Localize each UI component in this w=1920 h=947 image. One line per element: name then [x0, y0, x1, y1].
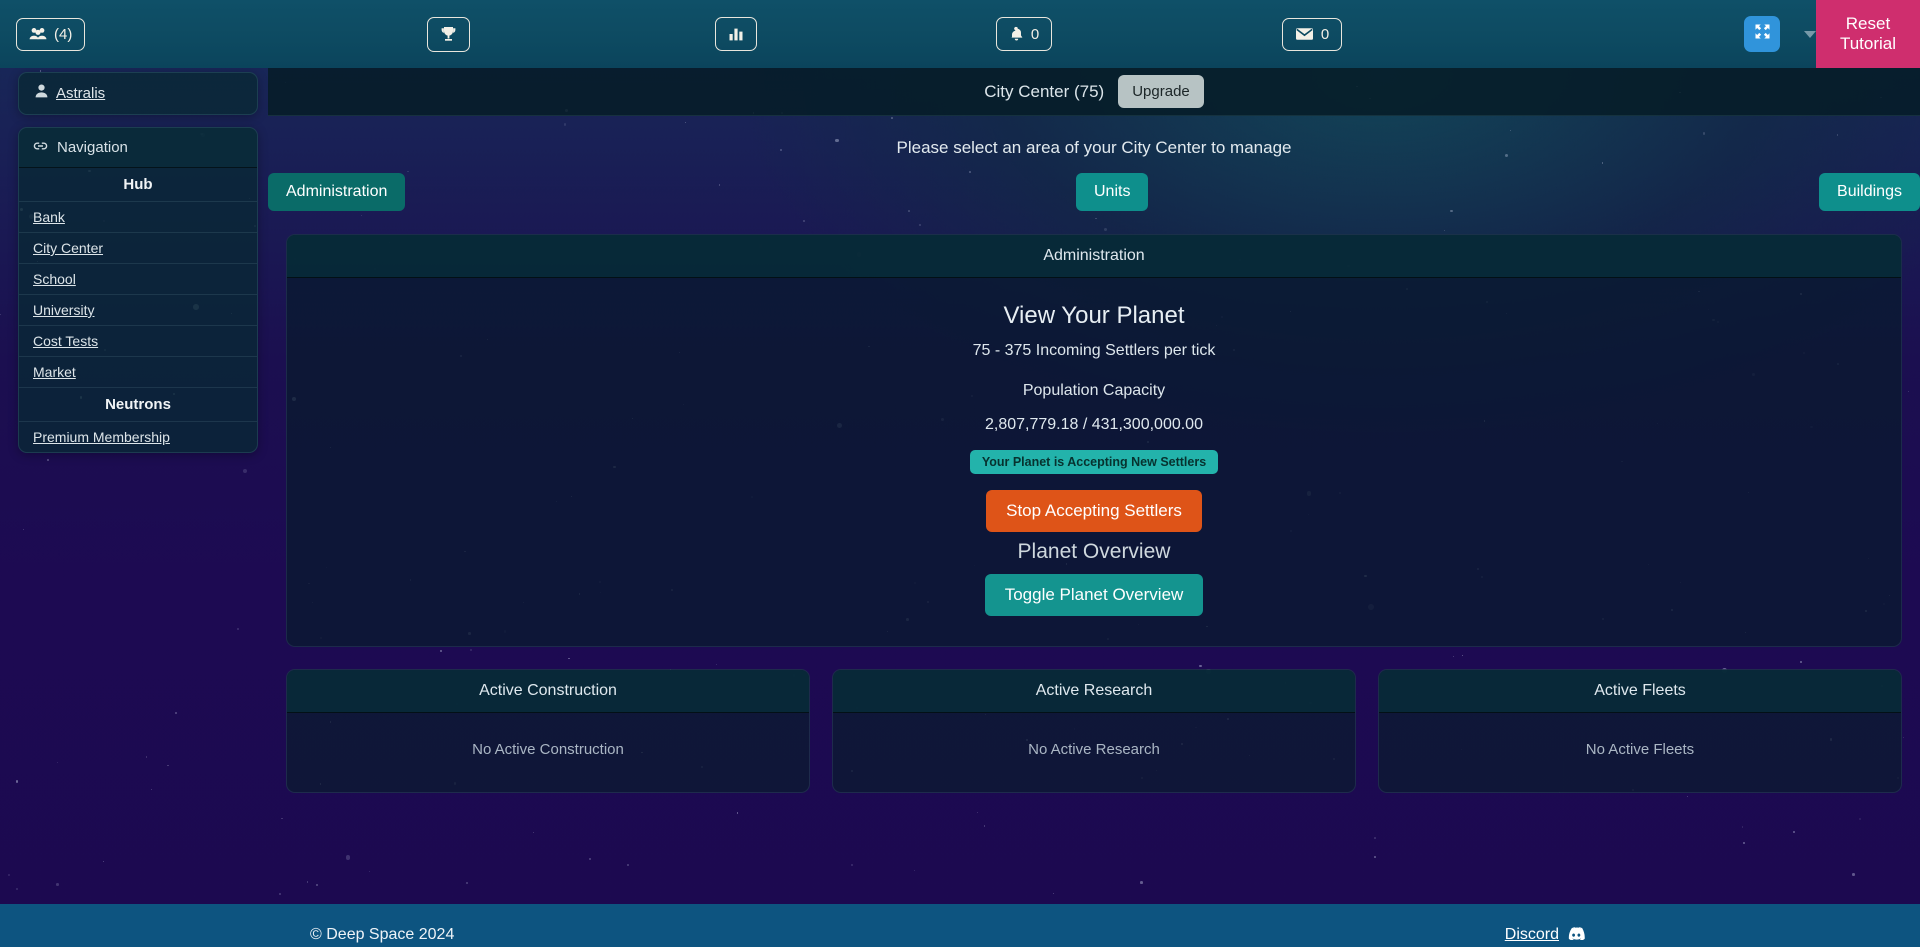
players-online-button[interactable]: (4) — [16, 17, 86, 51]
sidebar-item-school[interactable]: School — [19, 264, 257, 295]
users-icon — [29, 27, 47, 41]
active-research-empty: No Active Research — [1028, 741, 1160, 758]
stop-accepting-settlers-button[interactable]: Stop Accepting Settlers — [986, 490, 1202, 532]
envelope-icon — [1295, 27, 1314, 41]
tab-buildings[interactable]: Buildings — [1819, 173, 1920, 211]
sidebar-item-university[interactable]: University — [19, 295, 257, 326]
upgrade-button[interactable]: Upgrade — [1118, 75, 1204, 108]
copyright-text: © Deep Space 2024 — [310, 926, 455, 943]
administration-panel-body: View Your Planet 75 - 375 Incoming Settl… — [287, 278, 1901, 646]
page-title: City Center (75) — [984, 81, 1105, 101]
active-construction-card: Active Construction No Active Constructi… — [286, 669, 810, 793]
toggle-planet-overview-button[interactable]: Toggle Planet Overview — [984, 574, 1204, 616]
fullscreen-button[interactable] — [1744, 16, 1780, 52]
sidebar-navigation-header: Navigation — [19, 128, 257, 168]
nav-slot-messages: 0 — [1168, 0, 1456, 68]
sidebar-item-bank[interactable]: Bank — [19, 202, 257, 233]
active-fleets-title: Active Fleets — [1379, 670, 1901, 713]
bar-chart-icon — [728, 26, 744, 42]
sidebar-user-link[interactable]: Astralis — [19, 73, 257, 114]
bell-icon — [1009, 26, 1024, 42]
sidebar-item-cost-tests[interactable]: Cost Tests — [19, 326, 257, 357]
sidebar-user-card: Astralis — [18, 72, 258, 115]
view-planet-title: View Your Planet — [1003, 302, 1185, 329]
discord-icon — [1567, 926, 1585, 945]
city-center-header: City Center (75) Upgrade — [268, 68, 1920, 116]
active-research-title: Active Research — [833, 670, 1355, 713]
administration-panel: Administration View Your Planet 75 - 375… — [286, 234, 1902, 647]
area-tabs: Administration Units Buildings — [268, 172, 1920, 212]
expand-arrows-icon — [1754, 23, 1771, 45]
activity-cards-row: Active Construction No Active Constructi… — [286, 669, 1902, 793]
administration-panel-header: Administration — [287, 235, 1901, 278]
reset-tutorial-button[interactable]: Reset Tutorial — [1816, 0, 1920, 68]
active-fleets-card: Active Fleets No Active Fleets — [1378, 669, 1902, 793]
status-badge: Your Planet is Accepting New Settlers — [969, 450, 1219, 474]
messages-button[interactable]: 0 — [1281, 17, 1343, 51]
nav-slot-achievements — [304, 0, 592, 68]
notifications-count-label: 0 — [1030, 25, 1040, 43]
sidebar-navigation-label: Navigation — [57, 139, 128, 156]
nav-slot-players: (4) — [0, 0, 304, 68]
language-select[interactable] — [1794, 30, 1816, 38]
top-navigation-bar: (4) 0 0 Reset Tutorial — [0, 0, 1920, 68]
select-area-message: Please select an area of your City Cente… — [896, 138, 1292, 157]
link-icon — [33, 139, 48, 156]
nav-slot-notifications: 0 — [880, 0, 1168, 68]
user-icon — [35, 84, 48, 103]
notifications-button[interactable]: 0 — [995, 17, 1053, 51]
nav-slot-statistics — [592, 0, 880, 68]
planet-overview-label: Planet Overview — [1017, 540, 1171, 563]
trophy-icon — [440, 26, 457, 43]
page-footer: © Deep Space 2024 Discord — [0, 904, 1920, 947]
messages-count-label: 0 — [1320, 25, 1330, 43]
sidebar: Astralis Navigation Hub Bank City Center… — [18, 72, 258, 465]
nav-slot-right-controls — [1456, 0, 1816, 68]
incoming-settlers-text: 75 - 375 Incoming Settlers per tick — [972, 342, 1216, 359]
sidebar-navigation-card: Navigation Hub Bank City Center School U… — [18, 127, 258, 453]
active-research-card: Active Research No Active Research — [832, 669, 1356, 793]
sidebar-section-title-hub: Hub — [19, 168, 257, 202]
discord-link-label: Discord — [1504, 926, 1559, 943]
active-fleets-empty: No Active Fleets — [1585, 741, 1695, 758]
statistics-button[interactable] — [715, 17, 757, 51]
active-construction-title: Active Construction — [287, 670, 809, 713]
players-count-label: (4) — [54, 25, 73, 43]
population-capacity-value: 2,807,779.18 / 431,300,000.00 — [985, 416, 1203, 433]
sidebar-section-title-neutrons: Neutrons — [19, 388, 257, 422]
achievements-button[interactable] — [426, 16, 470, 52]
nav-right-group — [1744, 16, 1816, 52]
population-capacity-label: Population Capacity — [1022, 382, 1166, 399]
sidebar-item-market[interactable]: Market — [19, 357, 257, 388]
active-construction-empty: No Active Construction — [472, 741, 624, 758]
chevron-down-icon — [1804, 30, 1816, 38]
main-content: City Center (75) Upgrade Please select a… — [268, 68, 1920, 793]
discord-link[interactable]: Discord — [1505, 926, 1585, 945]
sidebar-item-premium-membership[interactable]: Premium Membership — [19, 422, 257, 452]
tab-units[interactable]: Units — [1075, 173, 1149, 211]
sidebar-item-city-center[interactable]: City Center — [19, 233, 257, 264]
sidebar-username: Astralis — [56, 85, 106, 102]
tab-administration[interactable]: Administration — [268, 173, 406, 211]
